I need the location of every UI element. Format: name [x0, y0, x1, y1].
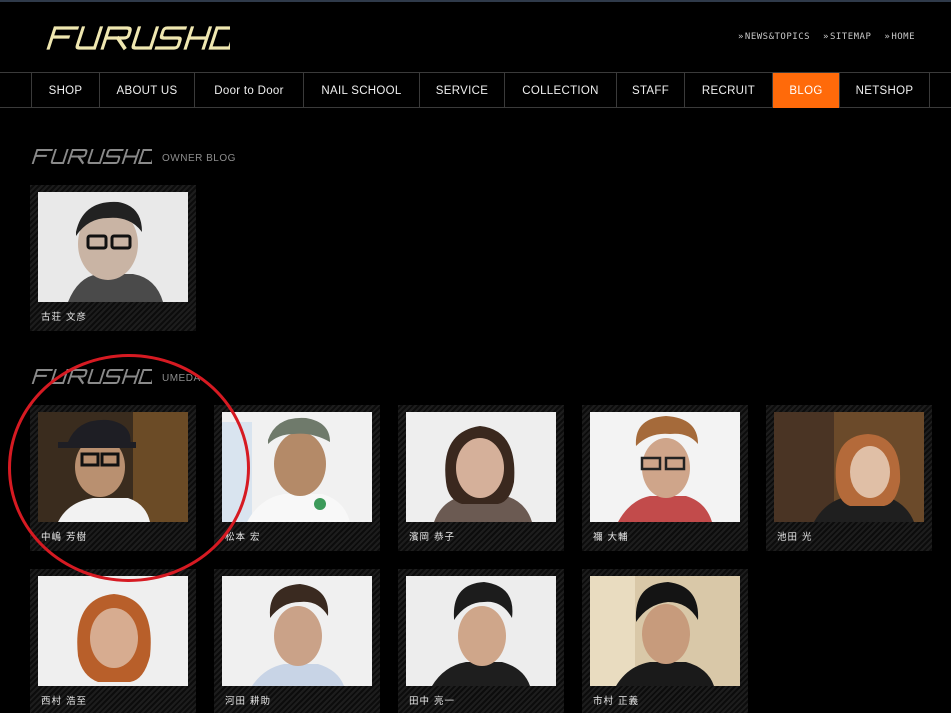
nav-item-collection[interactable]: COLLECTION [504, 73, 616, 108]
staff-name: 田中 亮一 [409, 696, 456, 707]
section-label: OWNER BLOG [162, 153, 236, 164]
staff-photo [406, 576, 556, 686]
window-top-edge [0, 0, 951, 2]
staff-name: 西村 浩至 [41, 696, 88, 707]
nav-item-service[interactable]: SERVICE [419, 73, 504, 108]
double-chevron-icon: » [823, 32, 829, 42]
owner-card[interactable]: 古荘 文彦 [30, 185, 196, 331]
nav-item-staff[interactable]: STAFF [616, 73, 684, 108]
staff-card[interactable]: 池田 光 [766, 405, 932, 551]
staff-name: 河田 耕助 [225, 696, 272, 707]
staff-photo [774, 412, 924, 522]
double-chevron-icon: » [738, 32, 744, 42]
staff-card[interactable]: 禰 大輔 [582, 405, 748, 551]
news-topics-link[interactable]: »NEWS&TOPICS [738, 32, 810, 42]
staff-name: 濱岡 恭子 [409, 532, 456, 543]
staff-photo [38, 412, 188, 522]
utility-links: »NEWS&TOPICS »SITEMAP »HOME [738, 32, 915, 42]
staff-photo [38, 576, 188, 686]
double-chevron-icon: » [884, 32, 891, 42]
nav-item-shop[interactable]: SHOP [31, 73, 99, 108]
staff-name: 池田 光 [777, 532, 813, 543]
staff-card[interactable]: 松本 宏 [214, 405, 380, 551]
staff-photo [222, 412, 372, 522]
owner-blog-heading: OWNER BLOG [30, 148, 236, 165]
staff-photo [406, 412, 556, 522]
nav-item-blog[interactable]: BLOG [772, 73, 839, 108]
nav-item-about-us[interactable]: ABOUT US [99, 73, 194, 108]
staff-photo [222, 576, 372, 686]
staff-name: 市村 正義 [593, 696, 640, 707]
staff-card[interactable]: 河田 耕助 [214, 569, 380, 713]
staff-card[interactable]: 中嶋 芳樹 [30, 405, 196, 551]
nav-item-recruit[interactable]: RECRUIT [684, 73, 772, 108]
umeda-heading: UMEDA [30, 368, 201, 385]
staff-photo [590, 576, 740, 686]
furusho-logo-small [31, 148, 152, 165]
brand-logo[interactable] [44, 25, 230, 51]
staff-card[interactable]: 西村 浩至 [30, 569, 196, 713]
staff-name: 松本 宏 [225, 532, 261, 543]
section-label: UMEDA [162, 373, 201, 384]
nav-item-netshop[interactable]: NETSHOP [839, 73, 930, 108]
sitemap-link[interactable]: »SITEMAP [823, 32, 871, 42]
main-nav: SHOP ABOUT US Door to Door NAIL SCHOOL S… [0, 72, 951, 108]
staff-name: 古荘 文彦 [41, 312, 88, 323]
staff-card[interactable]: 田中 亮一 [398, 569, 564, 713]
furusho-logo-graphic [46, 26, 230, 51]
home-link[interactable]: »HOME [884, 32, 915, 42]
staff-photo [38, 192, 188, 302]
staff-photo [590, 412, 740, 522]
furusho-logo-small [31, 368, 152, 385]
nav-item-door-to-door[interactable]: Door to Door [194, 73, 303, 108]
staff-card[interactable]: 市村 正義 [582, 569, 748, 713]
staff-name: 中嶋 芳樹 [41, 532, 88, 543]
nav-item-nail-school[interactable]: NAIL SCHOOL [303, 73, 419, 108]
staff-name: 禰 大輔 [593, 532, 629, 543]
staff-card[interactable]: 濱岡 恭子 [398, 405, 564, 551]
